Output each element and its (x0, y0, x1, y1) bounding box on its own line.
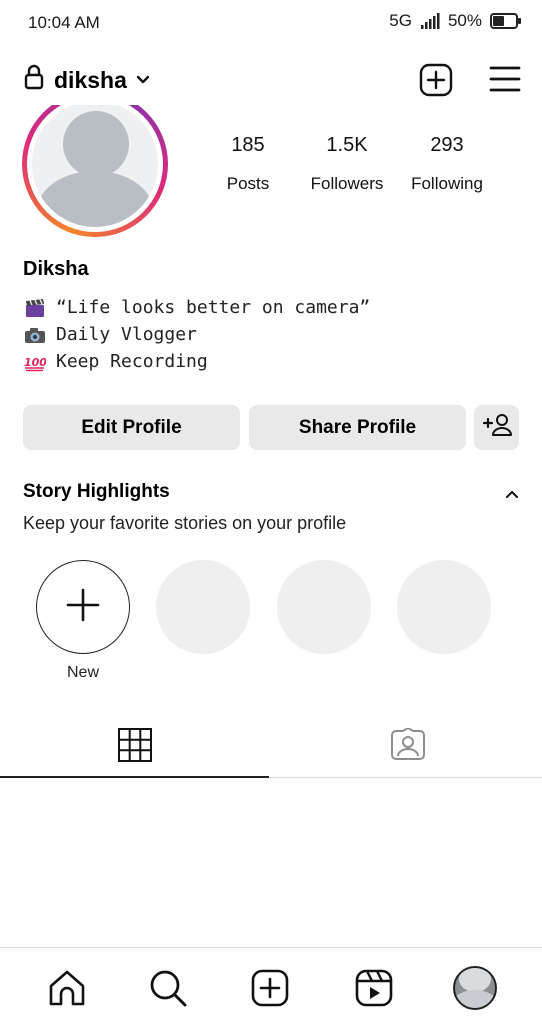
following-label: Following (411, 174, 483, 193)
highlight-placeholder (156, 560, 250, 654)
profile-tab[interactable] (453, 966, 497, 1010)
new-highlight-button[interactable] (36, 560, 130, 654)
bio-line: 100 Keep Recording (24, 348, 370, 375)
status-time: 10:04 AM (28, 13, 100, 32)
clapper-icon (24, 298, 46, 318)
chevron-up-icon[interactable] (505, 486, 519, 504)
active-tab-indicator (0, 776, 269, 778)
bio-text: Keep Recording (56, 351, 208, 372)
plus-icon (66, 588, 100, 627)
tagged-icon (389, 727, 427, 767)
display-name: Diksha (23, 258, 89, 280)
profile-header: diksha (0, 58, 542, 102)
battery-icon (490, 13, 522, 29)
home-icon[interactable] (45, 966, 89, 1010)
avatar-image (32, 105, 158, 227)
profile-avatar[interactable] (22, 105, 168, 237)
bottom-navigation (0, 947, 542, 1024)
story-ring (22, 105, 168, 237)
account-switcher[interactable]: diksha (54, 67, 127, 94)
highlight-placeholder (277, 560, 371, 654)
bio: “Life looks better on camera” Daily Vlog… (24, 294, 370, 375)
followers-label: Followers (310, 174, 384, 193)
bio-text: “Life looks better on camera” (56, 297, 371, 318)
highlights-title: Story Highlights (23, 481, 170, 502)
posts-label: Posts (226, 174, 270, 193)
bio-line: “Life looks better on camera” (24, 294, 370, 321)
menu-icon[interactable] (489, 65, 521, 98)
new-highlight-label: New (66, 664, 99, 681)
posts-count: 185 (231, 134, 265, 156)
tab-tagged[interactable] (273, 718, 542, 777)
battery-percent: 50% (447, 11, 482, 30)
bio-text: Daily Vlogger (56, 324, 197, 345)
highlight-placeholder (397, 560, 491, 654)
share-profile-button[interactable]: Share Profile (249, 405, 466, 450)
hundred-icon: 100 (24, 352, 47, 372)
profile-avatar (453, 966, 497, 1010)
following-stat[interactable]: 293 Following (392, 134, 502, 194)
new-post-icon[interactable] (419, 63, 453, 102)
highlights-subtitle: Keep your favorite stories on your profi… (23, 513, 347, 533)
followers-count: 1.5K (326, 134, 368, 156)
followers-stat[interactable]: 1.5K Followers (292, 134, 402, 194)
bio-line: Daily Vlogger (24, 321, 370, 348)
tab-posts-grid[interactable] (0, 718, 269, 777)
chevron-down-icon[interactable] (136, 72, 150, 90)
posts-stat[interactable]: 185 Posts (193, 134, 303, 194)
edit-profile-button[interactable]: Edit Profile (23, 405, 240, 450)
following-count: 293 (430, 134, 464, 156)
signal-icon (420, 13, 440, 29)
create-icon[interactable] (248, 966, 292, 1010)
discover-people-button[interactable] (474, 405, 519, 450)
search-icon[interactable] (146, 966, 190, 1010)
content-tabs (0, 718, 542, 778)
grid-icon (117, 727, 153, 768)
lock-icon (24, 64, 44, 95)
camera-icon (24, 325, 46, 345)
add-person-icon (481, 412, 513, 444)
status-indicators: 5G 50% (389, 11, 522, 31)
status-bar: 10:04 AM 5G 50% (0, 0, 542, 44)
svg-text:100: 100 (24, 356, 46, 369)
network-type: 5G (389, 11, 412, 30)
reels-icon[interactable] (352, 966, 396, 1010)
